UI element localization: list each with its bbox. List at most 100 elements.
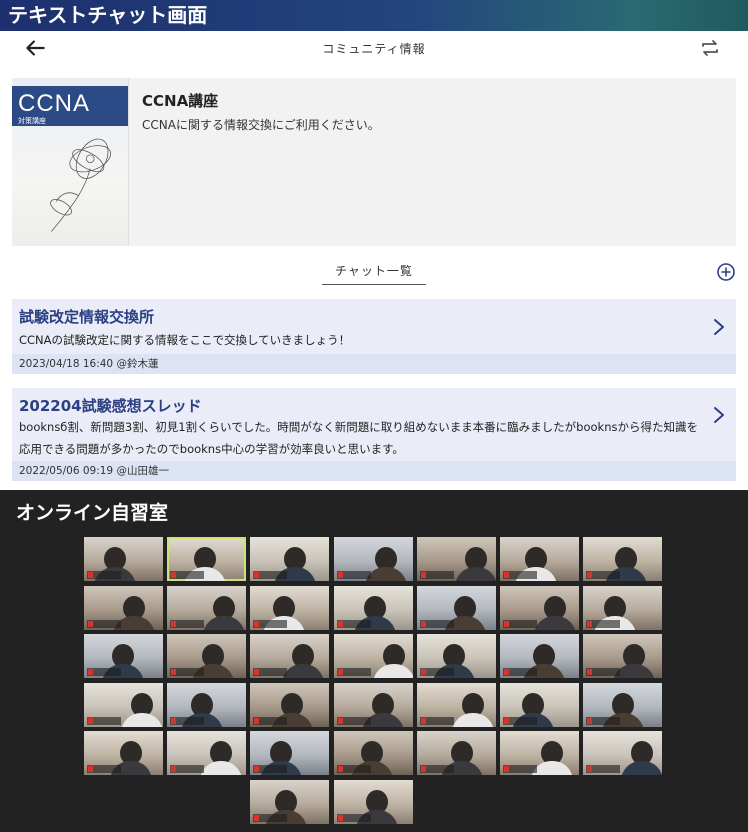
video-tile[interactable] — [416, 682, 496, 727]
video-tile[interactable] — [333, 779, 413, 824]
thread-card[interactable]: 試験改定情報交換所 CCNAの試験改定に関する情報をここで交換していきましょう！… — [12, 299, 736, 374]
participant-nametag — [419, 765, 454, 773]
participant-nametag — [336, 716, 371, 725]
participant-body — [200, 761, 243, 775]
participant-nametag — [503, 765, 537, 773]
participant-nametag — [87, 668, 121, 676]
video-tile[interactable] — [167, 537, 247, 581]
participant-body — [531, 761, 573, 775]
participant-body — [534, 615, 576, 630]
participant-nametag — [336, 668, 371, 676]
video-tile[interactable] — [84, 682, 163, 727]
chevron-right-icon — [714, 319, 724, 335]
video-tile[interactable] — [84, 537, 163, 581]
participant-nametag — [253, 619, 288, 628]
add-circle-icon[interactable] — [716, 262, 736, 282]
participant-nametag — [586, 668, 621, 676]
video-tile[interactable] — [250, 682, 330, 727]
community-name: CCNA講座 — [142, 92, 219, 110]
video-tile[interactable] — [500, 682, 579, 727]
video-tile[interactable] — [167, 731, 247, 775]
video-tile[interactable] — [84, 585, 163, 630]
participant-body — [282, 664, 325, 678]
participant-nametag — [419, 619, 454, 628]
participant-nametag — [253, 668, 288, 676]
video-tile[interactable] — [250, 585, 330, 630]
thread-meta: 2023/04/18 16:40 @鈴木蓮 — [12, 354, 736, 374]
thread-title: 試験改定情報交換所 — [19, 308, 155, 326]
video-tile[interactable] — [333, 731, 413, 775]
participant-nametag — [503, 619, 537, 628]
participant-nametag — [170, 765, 205, 773]
thread-author: @山田雄一 — [116, 465, 169, 477]
participant-nametag — [87, 571, 121, 579]
video-tile[interactable] — [583, 537, 663, 581]
participant-nametag — [586, 571, 621, 579]
book-cover-title: CCNA — [18, 90, 91, 117]
video-tile[interactable] — [583, 634, 663, 678]
video-tile[interactable] — [84, 634, 163, 678]
thread-meta: 2022/05/06 09:19 @山田雄一 — [12, 461, 736, 481]
video-tile[interactable] — [333, 682, 413, 727]
flower-illustration-icon — [50, 138, 112, 232]
video-tile[interactable] — [500, 634, 579, 678]
participant-body — [364, 567, 407, 581]
video-tile[interactable] — [416, 585, 496, 630]
thread-body: booknsб割、新問題3割、初見1割くらいでした。時間がなく新問題に取り組めな… — [19, 420, 698, 456]
participant-nametag — [170, 619, 205, 628]
participant-nametag — [586, 716, 621, 725]
participant-nametag — [336, 765, 371, 773]
page-title: コミュニティ情報 — [322, 42, 426, 56]
video-tile[interactable] — [583, 731, 663, 775]
section-banner-text-chat: テキストチャット画面 — [0, 0, 748, 31]
video-tile[interactable] — [333, 585, 413, 630]
video-tile[interactable] — [416, 537, 496, 581]
thread-timestamp: 2023/04/18 16:40 — [19, 358, 114, 370]
participant-nametag — [503, 716, 537, 725]
video-tile[interactable] — [416, 634, 496, 678]
participant-nametag — [170, 571, 205, 579]
participant-nametag — [87, 716, 121, 725]
participant-nametag — [170, 668, 205, 676]
thread-card[interactable]: 202204試験感想スレッド booknsб割、新問題3割、初見1割くらいでした… — [12, 388, 736, 481]
video-tile[interactable] — [583, 682, 663, 727]
video-tile[interactable] — [250, 537, 330, 581]
video-tile[interactable] — [167, 682, 247, 727]
participant-nametag — [336, 813, 371, 822]
participant-nametag — [503, 571, 537, 579]
online-study-room: オンライン自習室 — [0, 490, 748, 832]
video-tile[interactable] — [333, 537, 413, 581]
video-tile[interactable] — [583, 585, 663, 630]
participant-nametag — [503, 668, 537, 676]
participant-body — [203, 615, 246, 630]
video-tile[interactable] — [250, 731, 330, 775]
participant-body — [451, 712, 494, 727]
video-tile[interactable] — [333, 634, 413, 678]
repeat-icon[interactable] — [698, 36, 722, 60]
participant-nametag — [586, 765, 621, 773]
participant-nametag — [170, 716, 205, 725]
video-tile[interactable] — [500, 731, 579, 775]
video-tile[interactable] — [84, 731, 163, 775]
video-tile[interactable] — [167, 585, 247, 630]
thread-body: CCNAの試験改定に関する情報をここで交換していきましょう！ — [19, 333, 351, 347]
participant-nametag — [87, 765, 121, 773]
participant-nametag — [336, 619, 371, 628]
community-description: CCNAに関する情報交換にご利用ください。 — [142, 118, 380, 132]
participant-nametag — [253, 813, 288, 822]
participant-nametag — [419, 716, 454, 725]
video-tile[interactable] — [250, 634, 330, 678]
participant-body — [454, 567, 496, 581]
video-tile[interactable] — [250, 779, 330, 824]
participant-body — [621, 761, 663, 775]
thread-title: 202204試験感想スレッド — [19, 397, 202, 415]
video-tile[interactable] — [416, 731, 496, 775]
thread-author: @鈴木蓮 — [116, 358, 159, 370]
video-tile[interactable] — [500, 537, 579, 581]
participant-body — [121, 712, 163, 727]
participant-nametag — [419, 571, 454, 579]
book-cover-subtitle: 対策講座 — [18, 117, 46, 125]
book-cover-image: CCNA 対策講座 — [12, 78, 129, 246]
video-tile[interactable] — [167, 634, 247, 678]
video-tile[interactable] — [500, 585, 579, 630]
